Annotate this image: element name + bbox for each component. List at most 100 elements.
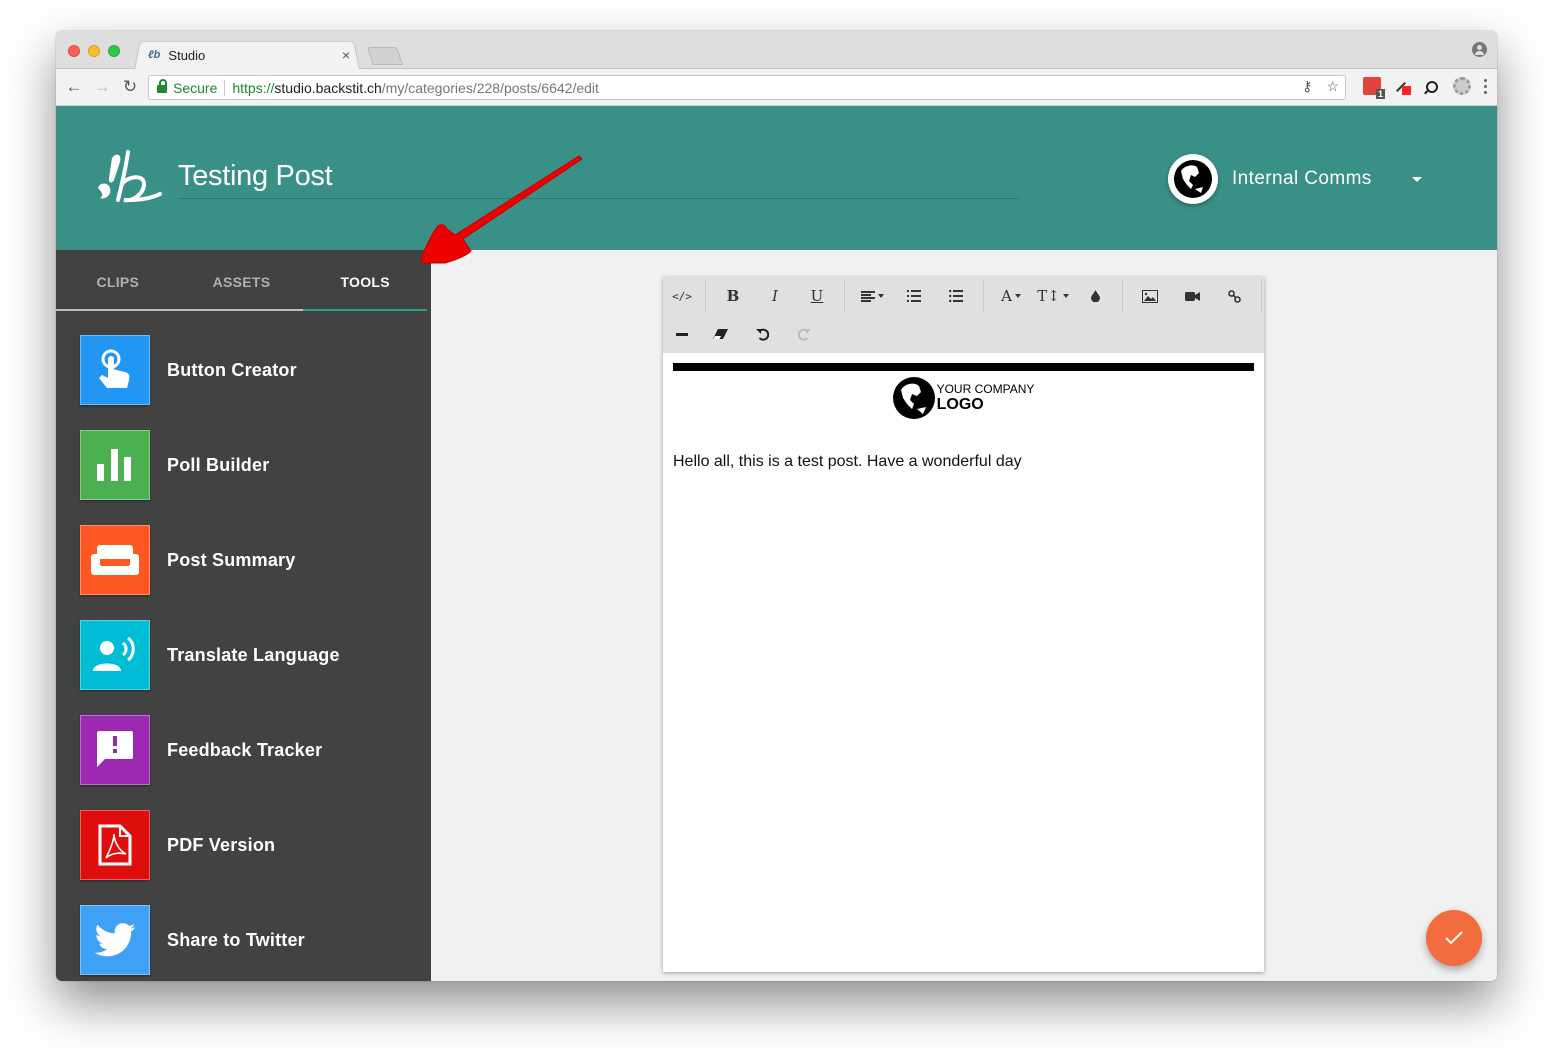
gear-extension-icon[interactable] [1453, 77, 1471, 95]
tab-strip: ℓb Studio × [56, 31, 1497, 70]
tab-title: Studio [168, 47, 206, 63]
browser-tab-content[interactable]: ℓb Studio × [144, 41, 354, 69]
redo-button[interactable] [783, 317, 825, 351]
pdf-icon [80, 810, 150, 880]
logo-text: LOGO [936, 396, 984, 413]
insert-link-button[interactable] [1213, 279, 1255, 313]
browser-menu-icon[interactable] [1483, 77, 1487, 95]
color-picker-extension-icon[interactable] [1393, 77, 1411, 95]
underline-button[interactable]: U [796, 279, 838, 313]
address-bar[interactable]: Secure https://studio.backstit.ch/my/cat… [148, 75, 1346, 100]
profile-icon[interactable] [1472, 42, 1487, 57]
align-button[interactable] [851, 279, 893, 313]
globe-icon [892, 377, 935, 419]
tool-list: Button Creator Poll Builder Post Summary… [80, 335, 340, 981]
chevron-down-icon [1411, 176, 1422, 182]
company-logo[interactable]: YOUR COMPANY LOGO [673, 377, 1254, 419]
extension-badge: 1 [1375, 89, 1385, 99]
maximize-window-button[interactable] [108, 45, 120, 57]
title-field[interactable]: Testing Post [178, 156, 1018, 199]
bold-button[interactable]: B [712, 279, 754, 313]
tool-feedback-tracker[interactable]: Feedback Tracker [80, 715, 340, 785]
unordered-list-button[interactable] [935, 279, 977, 313]
undo-icon [755, 328, 769, 341]
close-window-button[interactable] [68, 45, 80, 57]
undo-button[interactable] [741, 317, 783, 351]
tool-pdf-version[interactable]: PDF Version [80, 810, 340, 880]
new-tab-button[interactable] [367, 47, 403, 65]
tool-label: Feedback Tracker [167, 739, 323, 760]
eraser-icon [712, 329, 728, 339]
mail-extension-icon[interactable]: 1 [1363, 77, 1385, 99]
reload-icon[interactable]: ↻ [120, 77, 140, 97]
key-icon[interactable]: ⚷ [1302, 78, 1312, 95]
font-size-button[interactable]: T↕ [1032, 279, 1074, 313]
droplet-icon [1090, 290, 1100, 302]
tool-post-summary[interactable]: Post Summary [80, 525, 340, 595]
speaker-person-icon [80, 620, 150, 690]
ordered-list-button[interactable] [893, 279, 935, 313]
tab-close-icon[interactable]: × [342, 47, 350, 63]
post-body-text: Hello all, this is a test post. Have a w… [673, 453, 1022, 470]
couch-icon [80, 525, 150, 595]
horizontal-rule-button[interactable] [665, 317, 699, 351]
highlight-button[interactable] [1074, 279, 1116, 313]
font-color-label: A [1001, 287, 1012, 305]
org-name: Internal Comms [1232, 168, 1372, 189]
back-arrow-icon[interactable]: ← [64, 77, 84, 97]
main-content: </> B I U A T↕ YOUR COMPANY LOGO Hello a… [431, 250, 1497, 981]
post-editor: </> B I U A T↕ YOUR COMPANY LOGO Hello a… [663, 277, 1264, 972]
backstitch-favicon-icon: ℓb [148, 49, 161, 61]
tool-label: Post Summary [167, 549, 296, 570]
align-left-icon [860, 290, 875, 302]
tool-translate-language[interactable]: Translate Language [80, 620, 340, 690]
editor-content[interactable]: YOUR COMPANY LOGO Hello all, this is a t… [673, 363, 1254, 471]
browser-toolbar: ← → ↻ Secure https://studio.backstit.ch /… [56, 69, 1497, 106]
tool-share-to-twitter[interactable]: Share to Twitter [80, 905, 340, 975]
logo-company-text: YOUR COMPANY [936, 382, 1035, 396]
font-color-button[interactable]: A [990, 279, 1032, 313]
search-extension-icon[interactable] [1423, 77, 1441, 95]
twitter-icon [80, 905, 150, 975]
page-title: Testing Post [178, 160, 333, 192]
font-size-label: T↕ [1037, 287, 1060, 305]
globe-icon [1174, 160, 1212, 198]
header-bar [673, 363, 1254, 371]
tool-button-creator[interactable]: Button Creator [80, 335, 340, 405]
link-icon [1227, 289, 1241, 303]
tool-label: Poll Builder [167, 454, 270, 475]
secure-label: Secure [173, 79, 218, 96]
app-header: Testing Post Internal Comms [56, 106, 1497, 250]
clear-format-button[interactable] [699, 317, 741, 351]
forward-arrow-icon[interactable]: → [92, 77, 112, 97]
org-selector-dropdown[interactable]: Internal Comms [1168, 154, 1422, 204]
tool-label: Translate Language [167, 644, 340, 665]
sidebar-tabs: CLIPS ASSETS TOOLS [56, 250, 427, 311]
image-icon [1142, 289, 1158, 303]
tool-poll-builder[interactable]: Poll Builder [80, 430, 340, 500]
sidebar: CLIPS ASSETS TOOLS Button Creator Poll B… [56, 250, 431, 981]
tool-label: Share to Twitter [167, 929, 305, 950]
minimize-window-button[interactable] [88, 45, 100, 57]
touch-icon [80, 335, 150, 405]
star-icon[interactable]: ☆ [1326, 78, 1339, 95]
tab-assets[interactable]: ASSETS [180, 250, 304, 309]
insert-image-button[interactable] [1129, 279, 1171, 313]
italic-button[interactable]: I [754, 279, 796, 313]
divider [224, 79, 226, 96]
org-avatar [1168, 154, 1218, 204]
tab-clips[interactable]: CLIPS [56, 250, 180, 309]
insert-video-button[interactable] [1171, 279, 1213, 313]
url-path: /my/categories/228/posts/6642/edit [381, 79, 599, 96]
url-host: studio.backstit.ch [274, 79, 382, 96]
editor-toolbar: </> B I U A T↕ [663, 277, 1264, 353]
code-view-button[interactable]: </> [665, 279, 699, 313]
tool-label: Button Creator [167, 359, 297, 380]
save-button[interactable] [1426, 910, 1482, 966]
tab-tools[interactable]: TOOLS [303, 250, 427, 311]
unordered-list-icon [949, 290, 963, 302]
url-scheme: https:// [232, 79, 275, 96]
tool-label: PDF Version [167, 834, 276, 855]
horizontal-rule-icon [676, 332, 688, 336]
backstitch-logo-icon[interactable] [94, 150, 162, 206]
